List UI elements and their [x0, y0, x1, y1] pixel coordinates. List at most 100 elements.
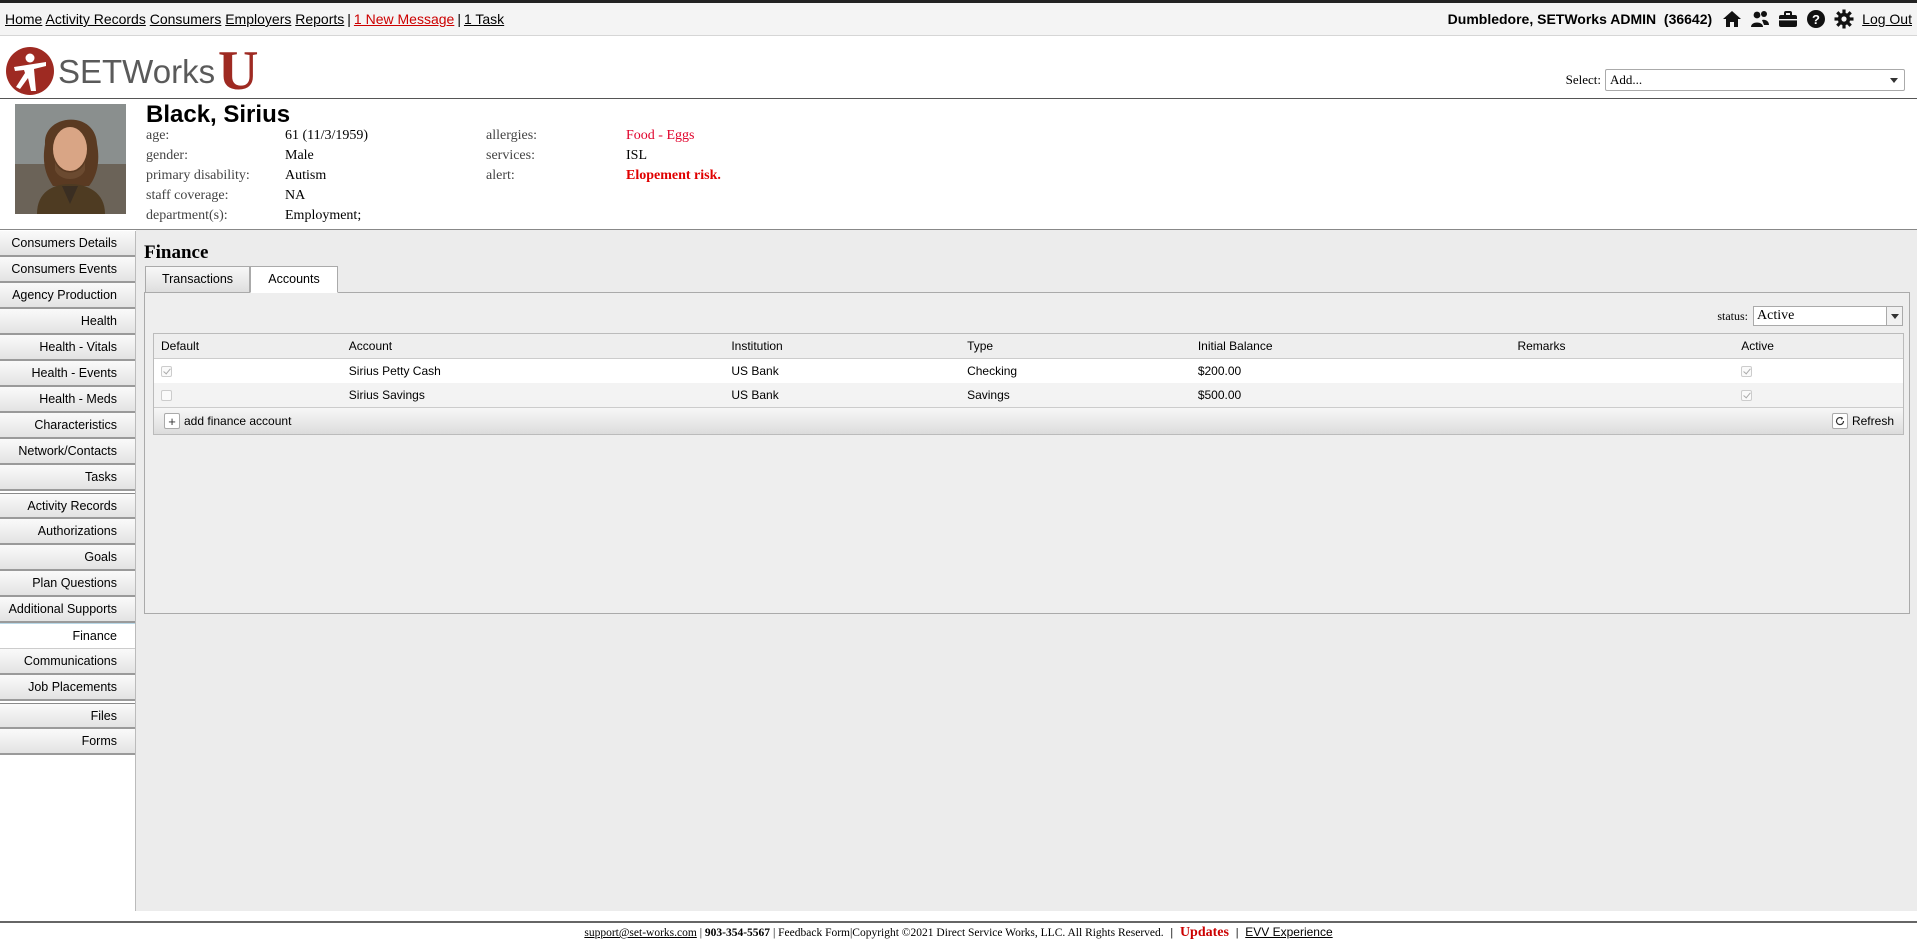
gear-icon[interactable]	[1834, 9, 1854, 29]
services-label: services:	[486, 148, 535, 163]
sidebar-item-consumers-events[interactable]: Consumers Events	[0, 257, 136, 283]
support-phone: 903-354-5567	[704, 927, 771, 939]
gender-label: gender:	[146, 148, 188, 163]
sidebar-item-activity-records[interactable]: Activity Records	[0, 493, 136, 519]
gender-value: Male	[285, 148, 314, 163]
account-cell: Sirius Petty Cash	[348, 364, 441, 378]
sidebar-item-health[interactable]: Health	[0, 309, 136, 335]
active-cell	[1734, 383, 1903, 407]
column-header-default[interactable]: Default	[154, 334, 342, 358]
column-header-type[interactable]: Type	[960, 334, 1191, 358]
user-area: Dumbledore, SETWorks ADMIN (36642) ? Log…	[1448, 9, 1912, 29]
default-checkbox	[161, 366, 172, 378]
active-checkbox	[1741, 390, 1753, 402]
updates-link[interactable]: Updates	[1180, 925, 1229, 940]
sidebar-item-job-placements[interactable]: Job Placements	[0, 675, 136, 701]
briefcase-icon[interactable]	[1778, 9, 1798, 29]
task-link[interactable]: 1 Task	[464, 11, 504, 27]
nav-employers-link[interactable]: Employers	[225, 11, 291, 27]
logo-text: SETWorks	[58, 53, 215, 90]
support-email-link[interactable]: support@set-works.com	[584, 927, 696, 939]
balance-cell: $500.00	[1197, 388, 1242, 402]
footer: support@set-works.com | 903-354-5567 | F…	[0, 923, 1917, 941]
info-labels-right: allergies: services: alert:	[486, 126, 537, 186]
footer-separator: |	[772, 927, 776, 939]
refresh-icon	[1831, 413, 1848, 429]
refresh-button[interactable]: Refresh	[1831, 413, 1894, 429]
sidebar-item-tasks[interactable]: Tasks	[0, 465, 136, 491]
plus-icon: +	[164, 413, 180, 429]
user-name: Dumbledore, SETWorks ADMIN (36642)	[1447, 11, 1713, 27]
sidebar-item-network-contacts[interactable]: Network/Contacts	[0, 439, 136, 465]
footer-separator: |	[1170, 927, 1174, 939]
institution-cell: US Bank	[731, 364, 779, 378]
table-row[interactable]: Sirius Petty Cash US Bank Checking $200.…	[154, 359, 1903, 383]
sidebar-item-consumers-details[interactable]: Consumers Details	[0, 231, 136, 257]
sidebar-item-communications[interactable]: Communications	[0, 649, 136, 675]
age-label: age:	[146, 128, 170, 143]
select-area: Select: Add...	[1566, 69, 1905, 91]
primary-disability-value: Autism	[285, 168, 327, 183]
column-header-initial-balance[interactable]: Initial Balance	[1191, 334, 1511, 358]
sidebar-item-finance[interactable]: Finance	[0, 623, 136, 649]
departments-value: Employment;	[285, 208, 362, 223]
home-icon[interactable]	[1722, 9, 1742, 29]
services-value: ISL	[626, 148, 647, 163]
logo-letter: U	[218, 45, 258, 97]
page-title: Finance	[144, 242, 209, 263]
people-icon[interactable]	[1750, 9, 1770, 29]
staff-coverage-value: NA	[285, 188, 306, 203]
status-filter: status: Active	[1717, 306, 1903, 326]
sidebar-item-additional-supports[interactable]: Additional Supports	[0, 597, 136, 623]
footer-separator: |	[699, 927, 703, 939]
account-cell: Sirius Savings	[348, 388, 425, 402]
alert-value: Elopement risk.	[626, 168, 721, 183]
new-message-link[interactable]: 1 New Message	[354, 11, 454, 27]
tab-transactions[interactable]: Transactions	[145, 266, 250, 293]
tab-accounts[interactable]: Accounts	[250, 266, 338, 293]
allergies-value: Food - Eggs	[626, 128, 695, 143]
nav-consumers-link[interactable]: Consumers	[150, 11, 222, 27]
primary-disability-label: primary disability:	[146, 168, 250, 183]
header-divider	[0, 98, 1917, 99]
remarks-cell	[1510, 359, 1734, 383]
sidebar-item-forms[interactable]: Forms	[0, 729, 136, 755]
default-cell	[154, 383, 342, 407]
column-header-remarks[interactable]: Remarks	[1510, 334, 1734, 358]
column-header-active[interactable]: Active	[1734, 334, 1903, 358]
sidebar-item-agency-production[interactable]: Agency Production	[0, 283, 136, 309]
sidebar-item-goals[interactable]: Goals	[0, 545, 136, 571]
status-value: Active	[1757, 308, 1795, 323]
evv-experience-link[interactable]: EVV Experience	[1245, 925, 1332, 939]
help-icon[interactable]: ?	[1806, 9, 1826, 29]
sidebar-item-authorizations[interactable]: Authorizations	[0, 519, 136, 545]
column-header-account[interactable]: Account	[342, 334, 725, 358]
chevron-down-icon	[1890, 78, 1898, 83]
status-select[interactable]: Active	[1753, 306, 1903, 326]
column-header-institution[interactable]: Institution	[724, 334, 960, 358]
allergies-label: allergies:	[486, 128, 538, 143]
setworks-logo[interactable]: SETWorks U	[6, 40, 268, 102]
consumer-name: Black, Sirius	[146, 101, 291, 128]
chevron-down-icon[interactable]	[1886, 307, 1902, 325]
sidebar-item-files[interactable]: Files	[0, 703, 136, 729]
sidebar-item-health-events[interactable]: Health - Events	[0, 361, 136, 387]
sidebar-item-health-vitals[interactable]: Health - Vitals	[0, 335, 136, 361]
nav-reports-link[interactable]: Reports	[295, 11, 344, 27]
add-select-value: Add...	[1610, 72, 1643, 87]
add-select[interactable]: Add...	[1605, 69, 1905, 91]
add-finance-account-button[interactable]: + add finance account	[164, 413, 291, 429]
logout-link[interactable]: Log Out	[1862, 11, 1912, 27]
accounts-table: Default Account Institution Type Initial…	[153, 333, 1904, 435]
sidebar-item-health-meds[interactable]: Health - Meds	[0, 387, 136, 413]
sidebar-item-plan-questions[interactable]: Plan Questions	[0, 571, 136, 597]
table-toolbar: + add finance account Refresh	[154, 407, 1903, 434]
feedback-copyright[interactable]: Feedback Form|Copyright ©2021 Direct Ser…	[778, 927, 1164, 939]
institution-cell: US Bank	[731, 388, 779, 402]
nav-activity-records-link[interactable]: Activity Records	[45, 11, 145, 27]
nav-home-link[interactable]: Home	[5, 11, 42, 27]
sidebar-item-characteristics[interactable]: Characteristics	[0, 413, 136, 439]
nav-separator: |	[457, 11, 461, 27]
balance-cell: $200.00	[1197, 364, 1242, 378]
table-row[interactable]: Sirius Savings US Bank Savings $500.00	[154, 383, 1903, 407]
